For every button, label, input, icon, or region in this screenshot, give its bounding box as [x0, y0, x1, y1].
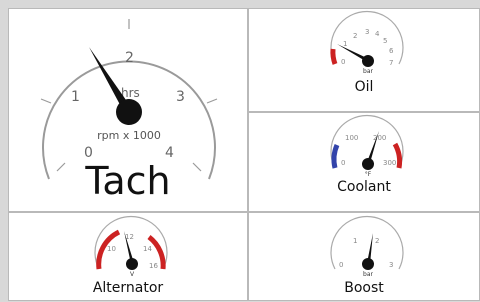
coolant-tick-200: 200 — [373, 134, 386, 142]
alternator-tick-16: 16 — [149, 262, 158, 270]
alternator-title: Alternator — [92, 280, 164, 296]
oil-tick-3: 3 — [365, 28, 369, 36]
tach-tick-3: 3 — [176, 89, 185, 105]
tach-tick-1: 1 — [71, 89, 80, 105]
boost-tick-2: 2 — [375, 237, 379, 245]
boost-tick-0: 0 — [339, 261, 343, 269]
tach-unit-label: rpm x 1000 — [97, 129, 161, 142]
tach-gauge-cell[interactable]: 0 1 2 3 4 hrs rpm x 1000 Tach — [8, 8, 248, 212]
coolant-gauge-cell[interactable]: 0 100 200 300 °F Coolant — [248, 112, 480, 212]
oil-tick-6: 6 — [389, 47, 394, 55]
boost-tick-3: 3 — [389, 261, 393, 269]
oil-hub — [362, 55, 374, 67]
coolant-tick-300: 300 — [383, 159, 396, 167]
tach-title: Tach — [85, 159, 171, 203]
boost-title: Boost — [344, 280, 384, 296]
alternator-tick-14: 14 — [143, 245, 152, 253]
tach-hub — [116, 99, 142, 125]
oil-tick-2: 2 — [353, 32, 357, 40]
alternator-gauge-cell[interactable]: 10 12 14 16 V Alternator — [8, 212, 248, 301]
oil-title: Oil — [354, 79, 374, 95]
alternator-hub — [126, 258, 138, 270]
coolant-hub — [362, 158, 374, 170]
oil-tick-0: 0 — [341, 58, 345, 66]
oil-red-zone — [330, 48, 338, 65]
coolant-tick-100: 100 — [345, 134, 358, 142]
coolant-cold-zone — [331, 143, 340, 169]
alternator-tick-10: 10 — [107, 245, 116, 253]
tach-tick-2: 2 — [125, 50, 134, 66]
oil-unit-label: bar — [363, 68, 373, 75]
boost-hub — [362, 258, 374, 270]
boost-unit-label: bar — [363, 271, 373, 278]
coolant-unit-label: °F — [365, 171, 372, 178]
oil-tick-5: 5 — [383, 37, 387, 45]
coolant-tick-0: 0 — [341, 159, 345, 167]
boost-gauge-cell[interactable]: 0 1 2 3 bar Boost — [248, 212, 480, 301]
oil-tick-1: 1 — [343, 40, 347, 48]
coolant-title: Coolant — [337, 179, 391, 195]
gauge-panel: 0 1 2 3 4 hrs rpm x 1000 Tach 0 1 2 3 4 … — [0, 0, 480, 301]
alternator-unit-label: V — [130, 271, 135, 278]
oil-tick-4: 4 — [375, 30, 380, 38]
oil-tick-7: 7 — [389, 59, 393, 67]
oil-gauge-cell[interactable]: 0 1 2 3 4 5 6 7 bar Oil — [248, 8, 480, 112]
boost-tick-1: 1 — [353, 237, 357, 245]
